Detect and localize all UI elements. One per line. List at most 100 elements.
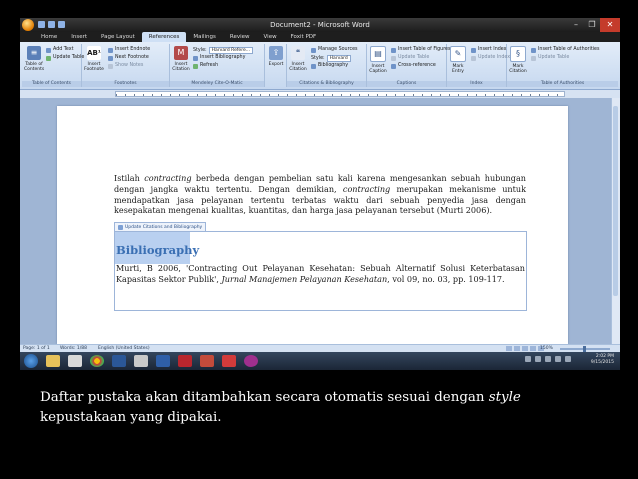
media-icon[interactable] xyxy=(68,355,82,367)
word-document-icon[interactable] xyxy=(156,355,170,367)
app-icon-2[interactable] xyxy=(244,355,258,367)
view-buttons xyxy=(506,346,544,351)
add-text-icon xyxy=(46,47,51,53)
insert-index-button[interactable]: Insert Index xyxy=(471,47,507,53)
refresh-icon xyxy=(193,63,198,69)
mark-entry-icon: ✎ xyxy=(450,46,466,62)
word-icon[interactable] xyxy=(112,355,126,367)
ribbon-tabs: Home Insert Page Layout References Maili… xyxy=(20,32,620,42)
update-index-button[interactable]: Update Index xyxy=(471,55,510,61)
start-button[interactable] xyxy=(24,354,38,368)
next-footnote-icon xyxy=(108,55,113,61)
export-button[interactable]: ⇪ Export xyxy=(266,46,286,67)
mendeley-refresh-button[interactable]: Refresh xyxy=(193,63,218,69)
ruler-scale[interactable] xyxy=(115,91,565,97)
window-title: Document2 - Microsoft Word xyxy=(270,21,370,29)
tab-foxit-pdf[interactable]: Foxit PDF xyxy=(284,32,324,42)
update-index-icon xyxy=(471,55,476,61)
tab-review[interactable]: Review xyxy=(223,32,257,42)
update-authorities-button[interactable]: Update Table xyxy=(531,55,569,61)
index-icon xyxy=(471,47,476,53)
window-controls: – ❐ ✕ xyxy=(568,18,620,32)
table-of-figures-icon xyxy=(391,47,396,53)
volume-icon[interactable] xyxy=(545,356,551,362)
footnote-icon: AB¹ xyxy=(87,46,101,60)
tab-page-layout[interactable]: Page Layout xyxy=(94,32,142,42)
mendeley-insert-citation-button[interactable]: M Insert Citation xyxy=(171,46,191,72)
group-export: ⇪ Export xyxy=(265,44,287,87)
flag-icon[interactable] xyxy=(565,356,571,362)
close-button[interactable]: ✕ xyxy=(600,18,620,32)
minimize-button[interactable]: – xyxy=(568,18,584,32)
document-page[interactable]: Istilah contracting berbeda dengan pembe… xyxy=(57,106,568,344)
maximize-button[interactable]: ❐ xyxy=(584,18,600,32)
bibliography-icon xyxy=(193,55,198,61)
outline-icon[interactable] xyxy=(530,346,536,351)
add-text-button[interactable]: Add Text xyxy=(46,47,74,53)
insert-footnote-button[interactable]: AB¹ Insert Footnote xyxy=(84,46,104,72)
group-table-of-contents: ≡ Table of Contents Add Text Update Tabl… xyxy=(22,44,84,87)
update-figures-table-button[interactable]: Update Table xyxy=(391,55,429,61)
bibliography-button[interactable]: Bibliography xyxy=(311,63,348,69)
mendeley-style-picker[interactable]: Style: Harvard Refere... xyxy=(193,47,253,54)
network-icon[interactable] xyxy=(535,356,541,362)
tab-home[interactable]: Home xyxy=(34,32,64,42)
next-footnote-button[interactable]: Next Footnote xyxy=(108,55,149,61)
full-screen-icon[interactable] xyxy=(514,346,520,351)
update-icon xyxy=(46,55,51,61)
show-notes-icon xyxy=(108,63,113,69)
endnote-icon xyxy=(108,47,113,53)
update-citations-bibliography-tab[interactable]: Update Citations and Bibliography xyxy=(114,222,207,231)
acrobat-icon[interactable] xyxy=(222,355,236,367)
show-notes-button[interactable]: Show Notes xyxy=(108,63,143,69)
update-table-button[interactable]: Update Table xyxy=(46,55,84,61)
app-icon[interactable] xyxy=(134,355,148,367)
mendeley-taskbar-icon[interactable] xyxy=(178,355,192,367)
group-index: ✎ Mark Entry Insert Index Update Index I… xyxy=(447,44,510,87)
tray-arrow-icon[interactable] xyxy=(525,356,531,362)
mark-citation-icon: § xyxy=(510,46,526,62)
tab-mailings[interactable]: Mailings xyxy=(186,32,223,42)
update-bibliography-icon xyxy=(118,224,123,230)
group-table-of-authorities: § Mark Citation Insert Table of Authorit… xyxy=(507,44,618,87)
tab-insert[interactable]: Insert xyxy=(64,32,94,42)
vertical-scrollbar[interactable] xyxy=(611,98,620,344)
tab-view[interactable]: View xyxy=(257,32,284,42)
insert-endnote-button[interactable]: Insert Endnote xyxy=(108,47,150,53)
body-paragraph[interactable]: Istilah contracting berbeda dengan pembe… xyxy=(114,173,526,216)
horizontal-ruler[interactable] xyxy=(20,90,620,98)
cross-reference-icon xyxy=(391,63,396,69)
group-captions: ▤ Insert Caption Insert Table of Figures… xyxy=(367,44,451,87)
battery-icon[interactable] xyxy=(555,356,561,362)
slides-icon[interactable] xyxy=(200,355,214,367)
mark-entry-button[interactable]: ✎ Mark Entry xyxy=(448,46,468,74)
scrollbar-thumb[interactable] xyxy=(613,106,618,296)
cross-reference-button[interactable]: Cross-reference xyxy=(391,63,436,69)
ribbon: ≡ Table of Contents Add Text Update Tabl… xyxy=(20,42,620,90)
update-authorities-icon xyxy=(531,55,536,61)
mark-citation-button[interactable]: § Mark Citation xyxy=(508,46,528,74)
group-citations-bibliography: ❝ Insert Citation Manage Sources Style: H… xyxy=(287,44,367,87)
bibliography-style-picker[interactable]: Style: Harvard xyxy=(311,55,351,62)
print-layout-icon[interactable] xyxy=(506,346,512,351)
insert-table-of-authorities-button[interactable]: Insert Table of Authorities xyxy=(531,47,600,53)
web-layout-icon[interactable] xyxy=(522,346,528,351)
table-of-contents-button[interactable]: ≡ Table of Contents xyxy=(24,46,44,72)
system-tray xyxy=(525,356,571,362)
insert-caption-button[interactable]: ▤ Insert Caption xyxy=(368,46,388,74)
update-figures-icon xyxy=(391,55,396,61)
clock[interactable]: 2:02 PM 9/15/2015 xyxy=(591,354,614,366)
manage-sources-button[interactable]: Manage Sources xyxy=(311,47,358,53)
bibliography-heading[interactable]: Bibliography xyxy=(116,243,199,257)
slide-caption: Daftar pustaka akan ditambahkan secara o… xyxy=(40,390,521,425)
tab-references[interactable]: References xyxy=(141,32,187,42)
authorities-icon xyxy=(531,47,536,53)
bibliography-entry[interactable]: Murti, B 2006, 'Contracting Out Pelayana… xyxy=(116,263,525,285)
screenshot: Document2 - Microsoft Word – ❐ ✕ Home In… xyxy=(20,18,620,370)
mendeley-insert-bibliography-button[interactable]: Insert Bibliography xyxy=(193,55,245,61)
chrome-icon[interactable] xyxy=(90,355,104,367)
insert-table-of-figures-button[interactable]: Insert Table of Figures xyxy=(391,47,451,53)
explorer-icon[interactable] xyxy=(46,355,60,367)
insert-citation-button[interactable]: ❝ Insert Citation xyxy=(288,46,308,72)
manage-sources-icon xyxy=(311,47,316,53)
